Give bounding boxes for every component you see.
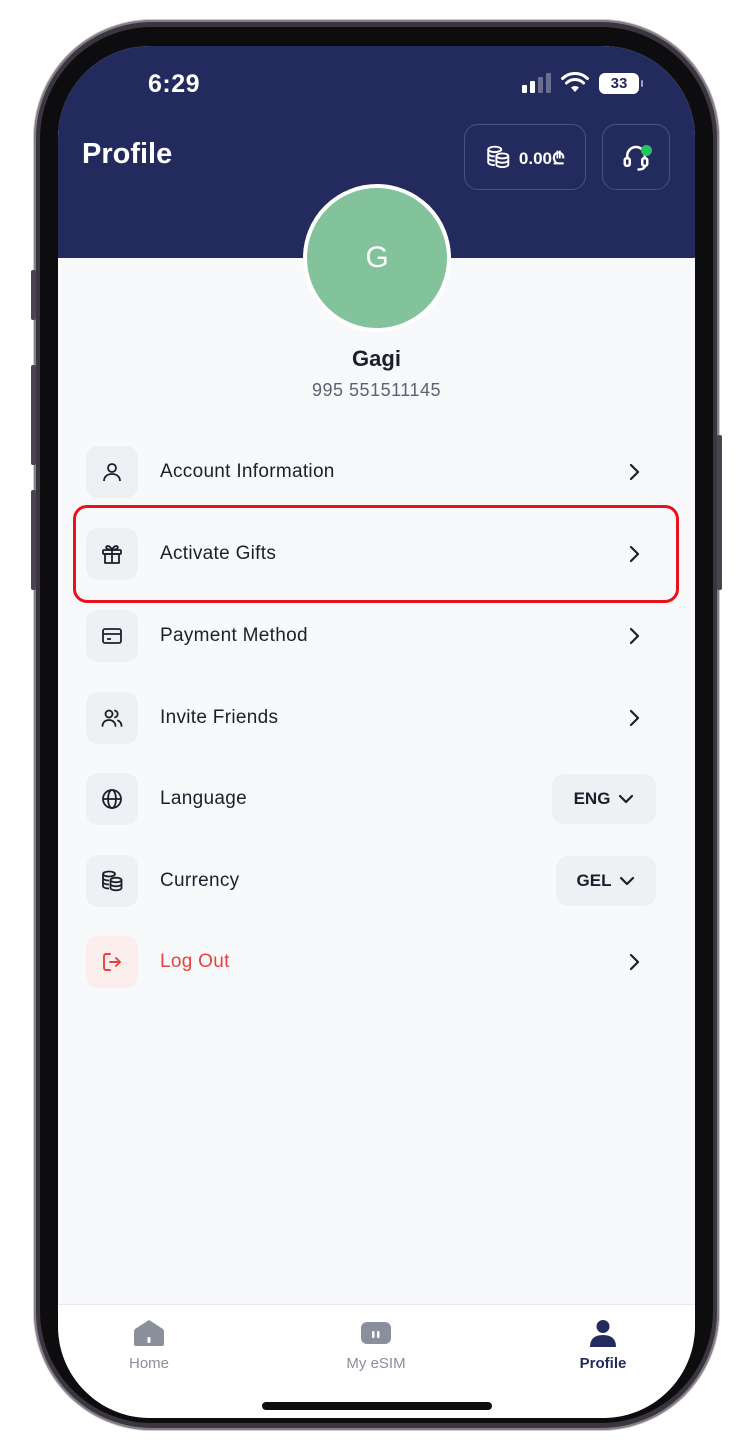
menu-label: Account Information (160, 461, 335, 482)
globe-icon (102, 789, 122, 809)
online-status-dot (641, 145, 652, 156)
cellular-signal-icon (522, 73, 551, 93)
chevron-down-icon (619, 794, 634, 804)
currency-value: GEL (576, 871, 612, 890)
silent-switch (31, 270, 36, 320)
menu-label: Language (160, 788, 247, 809)
tab-profile[interactable]: Profile (543, 1319, 663, 1372)
battery-icon: 33 (599, 72, 643, 94)
home-indicator[interactable] (262, 1402, 492, 1410)
power-button (717, 435, 722, 590)
menu-item-account-information[interactable]: Account Information (86, 444, 656, 500)
users-icon (101, 709, 123, 727)
activate-gifts-highlight (73, 505, 679, 603)
status-icons: 33 (522, 72, 643, 94)
menu-label: Currency (160, 870, 240, 891)
page-title: Profile (82, 138, 173, 170)
menu-item-currency: Currency GEL (86, 853, 656, 909)
home-icon (134, 1320, 164, 1346)
bottom-tab-bar: Home My eSIM Profile (58, 1304, 695, 1418)
tab-label: My eSIM (346, 1355, 406, 1372)
logout-icon (103, 953, 121, 971)
menu-label: Log Out (160, 951, 230, 972)
avatar: G (303, 184, 451, 332)
menu-item-invite-friends[interactable]: Invite Friends (86, 690, 656, 746)
language-select[interactable]: ENG (552, 774, 656, 824)
chevron-right-icon (629, 709, 640, 727)
wifi-icon (561, 72, 589, 92)
status-time: 6:29 (148, 70, 201, 98)
tab-label: Profile (579, 1355, 627, 1372)
tab-my-esim[interactable]: My eSIM (316, 1319, 436, 1372)
coins-icon (487, 145, 510, 169)
person-icon (590, 1320, 616, 1347)
menu-item-payment-method[interactable]: Payment Method (86, 608, 656, 664)
chevron-right-icon (629, 463, 640, 481)
app-screen: 6:29 33 Profile 0.00₾ G Gagi 995 5515111… (58, 46, 695, 1418)
user-phone: 995 551511145 (312, 380, 441, 400)
balance-amount: 0.00₾ (518, 148, 566, 168)
chevron-right-icon (629, 953, 640, 971)
support-button[interactable] (602, 124, 670, 190)
chevron-down-icon (620, 876, 635, 886)
tab-home[interactable]: Home (89, 1319, 209, 1372)
chevron-right-icon (629, 627, 640, 645)
volume-up-button (31, 365, 36, 465)
user-name: Gagi (352, 346, 401, 371)
currency-select[interactable]: GEL (556, 856, 656, 906)
coins-icon (102, 870, 123, 892)
menu-label: Payment Method (160, 625, 308, 646)
tab-label: Home (128, 1355, 169, 1372)
sim-icon (361, 1322, 391, 1344)
menu-label: Invite Friends (160, 707, 279, 728)
volume-down-button (31, 490, 36, 590)
menu-item-language: Language ENG (86, 771, 656, 827)
menu-item-log-out[interactable]: Log Out (86, 934, 656, 990)
credit-card-icon (102, 628, 122, 644)
language-value: ENG (573, 789, 611, 808)
balance-button[interactable]: 0.00₾ (464, 124, 586, 190)
user-icon (103, 463, 121, 482)
